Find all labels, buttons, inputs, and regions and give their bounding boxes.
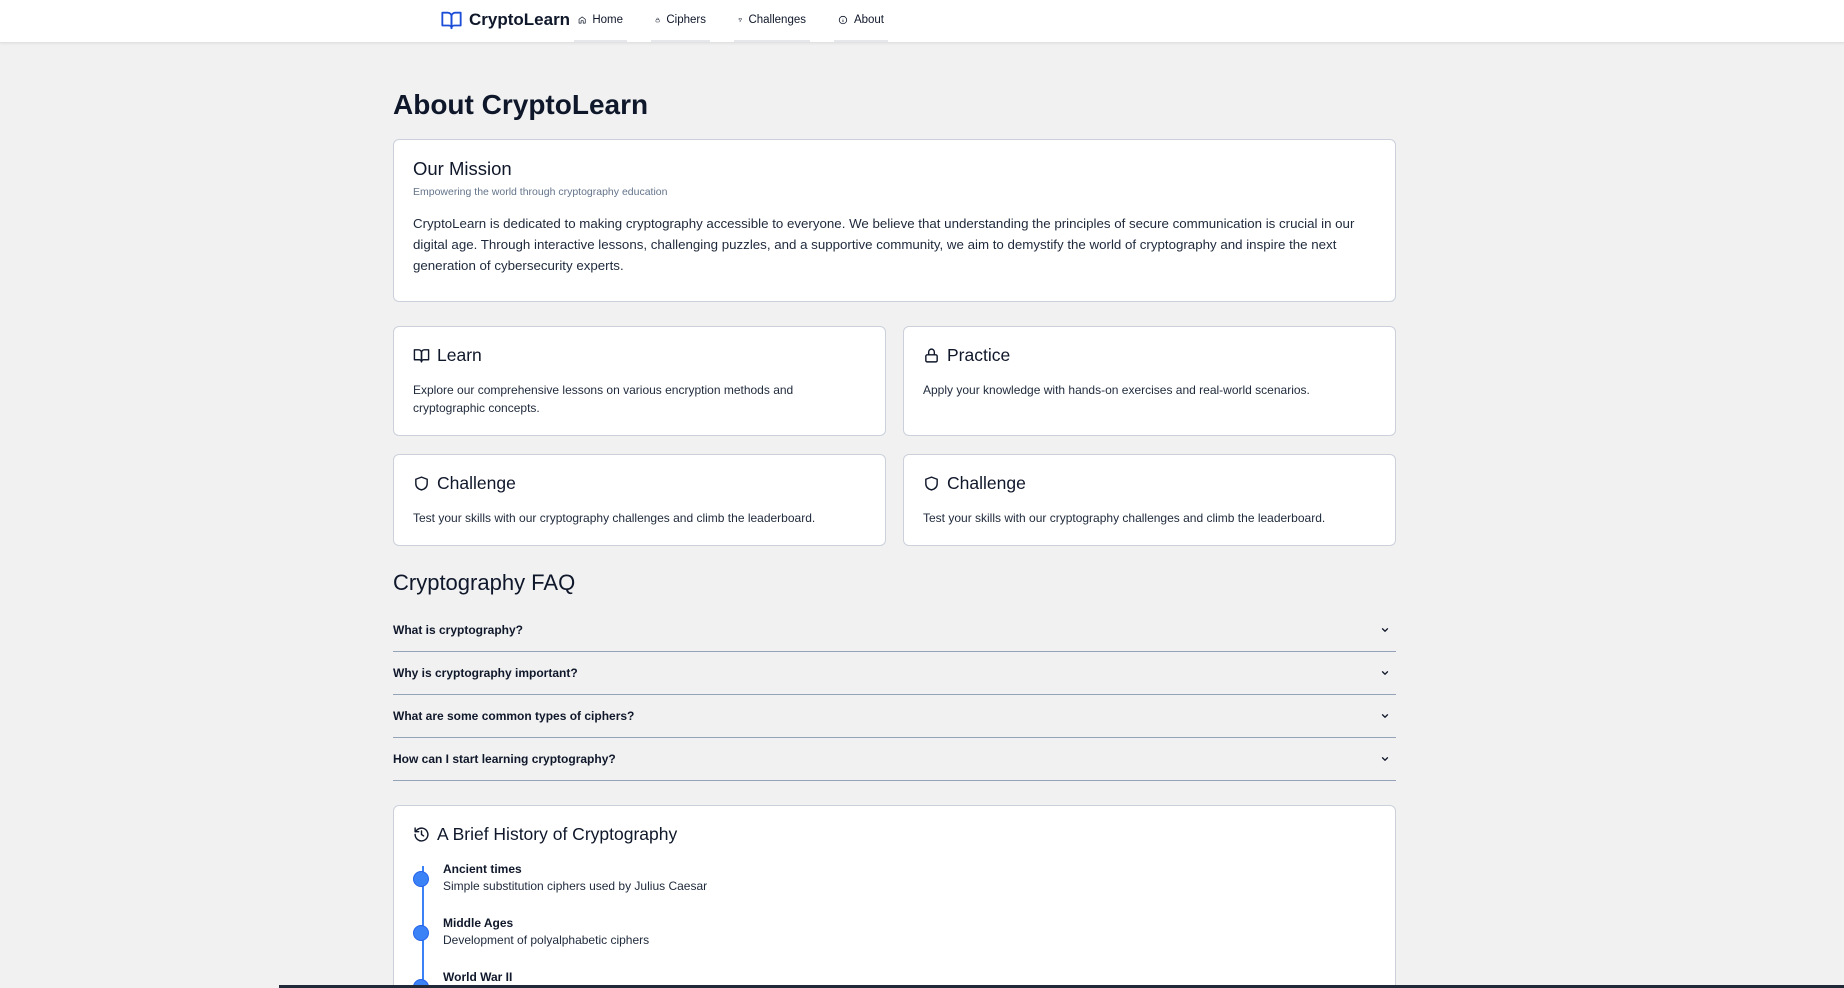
faq-item[interactable]: How can I start learning cryptography? [393,738,1396,781]
feature-text: Apply your knowledge with hands-on exerc… [923,383,1310,397]
timeline-dot [413,925,429,941]
nav-home[interactable]: Home [574,0,627,42]
feature-text: Test your skills with our cryptography c… [413,511,816,525]
nav-about-label: About [853,14,884,26]
mission-title: Our Mission [413,158,512,179]
faq-question: What is cryptography? [393,623,524,637]
lock-icon [925,348,938,363]
faq-question: How can I start learning cryptography? [393,752,616,766]
nav-home-label: Home [592,14,623,26]
faq-question: Why is cryptography important? [393,666,578,680]
timeline-era: Middle Ages [443,916,514,930]
faq-item[interactable]: What are some common types of ciphers? [393,695,1396,738]
mission-card: Our Mission Empowering the world through… [393,139,1396,302]
feature-text: Explore our comprehensive lessons on var… [413,383,794,415]
feature-card-challenge: Challenge Test your skills with our cryp… [393,454,886,546]
timeline-description: Simple substitution ciphers used by Juli… [443,879,708,893]
page-title: About CryptoLearn [393,89,649,120]
nav-challenges[interactable]: Challenges [734,0,810,42]
open-book-icon [441,11,462,30]
home-icon [578,16,586,24]
shield-icon [415,476,428,491]
history-title: A Brief History of Cryptography [437,824,678,844]
faq-title: Cryptography FAQ [393,570,576,595]
feature-title: Learn [437,345,482,365]
feature-card-challenge-2: Challenge Test your skills with our cryp… [903,454,1396,546]
chevron-down-icon [1381,757,1389,761]
lock-icon [655,17,660,23]
chevron-down-icon [1381,714,1389,718]
info-icon [838,15,848,25]
feature-card-practice: Practice Apply your knowledge with hands… [903,326,1396,436]
mission-subtitle: Empowering the world through cryptograph… [413,186,668,198]
brand-name: CryptoLearn [469,10,571,29]
top-navbar: CryptoLearn Home Ciphers Challenges Abou… [0,0,1844,43]
nav-challenges-label: Challenges [748,14,806,26]
feature-text: Test your skills with our cryptography c… [923,511,1326,525]
feature-title: Practice [947,345,1011,365]
chevron-down-icon [1381,671,1389,675]
nav-ciphers[interactable]: Ciphers [651,0,710,42]
timeline-dot [413,871,429,887]
nav-about[interactable]: About [834,0,888,42]
brand-logo-link[interactable]: CryptoLearn [440,8,570,32]
chevron-down-icon [1381,628,1389,632]
mission-body: CryptoLearn is dedicated to making crypt… [413,216,1355,273]
timeline-description: Development of polyalphabetic ciphers [443,933,650,947]
shield-icon [925,476,938,491]
faq-item[interactable]: Why is cryptography important? [393,652,1396,695]
nav-ciphers-label: Ciphers [666,14,706,26]
feature-card-learn: Learn Explore our comprehensive lessons … [393,326,886,436]
faq-item[interactable]: What is cryptography? [393,609,1396,652]
faq-question: What are some common types of ciphers? [393,709,635,723]
open-book-icon [413,349,430,363]
trophy-icon [738,18,742,22]
feature-title: Challenge [947,473,1026,493]
history-card: A Brief History of Cryptography Ancient … [393,805,1396,988]
history-icon [414,827,429,842]
timeline-era: World War II [443,970,513,984]
timeline-era: Ancient times [443,862,522,876]
feature-title: Challenge [437,473,516,493]
